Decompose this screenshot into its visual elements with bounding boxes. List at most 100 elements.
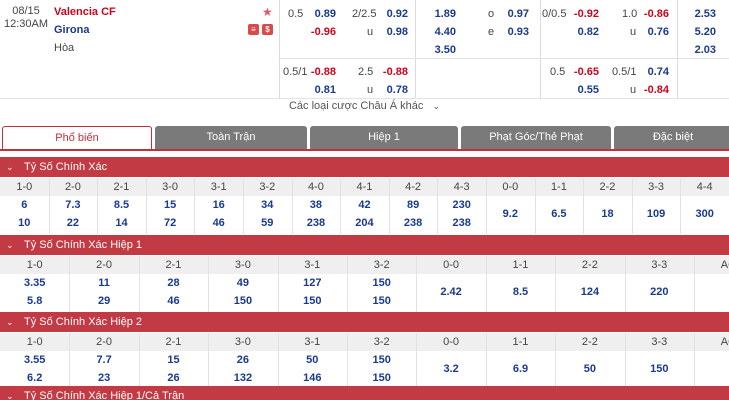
- score-odd[interactable]: 22: [49, 217, 98, 229]
- h1-hdp-away-2[interactable]: 0.55: [563, 84, 599, 96]
- score-odd[interactable]: 3.35: [0, 277, 69, 289]
- favorite-star-icon[interactable]: ★: [262, 5, 273, 19]
- score-odd[interactable]: 300: [680, 208, 729, 220]
- section-header[interactable]: ⌄ Tỷ Số Chính Xác Hiệp 1/Cả Trận: [0, 386, 729, 400]
- ft-hdp-home-1[interactable]: 0.89: [300, 8, 336, 20]
- ft-ou-under-2[interactable]: 0.78: [372, 84, 408, 96]
- score-odd[interactable]: 49: [208, 277, 277, 289]
- score-odd[interactable]: 42: [340, 199, 389, 211]
- score-label: AO: [720, 336, 729, 348]
- section-header[interactable]: ⌄ Tỷ Số Chính Xác Hiệp 1: [0, 235, 729, 255]
- score-odd[interactable]: 204: [340, 217, 389, 229]
- score-odd[interactable]: 28: [139, 277, 208, 289]
- score-odd[interactable]: 220: [625, 286, 694, 298]
- tab-special[interactable]: Đặc biệt: [614, 126, 729, 149]
- ft-1x2-draw[interactable]: 3.50: [420, 44, 456, 56]
- column-divider: [208, 256, 210, 312]
- score-odd[interactable]: 124: [555, 286, 624, 298]
- ft-hdp-home-2[interactable]: -0.88: [300, 66, 336, 78]
- score-odd[interactable]: 150: [278, 295, 347, 307]
- stats-icon[interactable]: ≡: [248, 24, 259, 35]
- score-odd[interactable]: 150: [347, 277, 416, 289]
- section-header[interactable]: ⌄ Tỷ Số Chính Xác: [0, 157, 729, 177]
- score-odd[interactable]: 150: [347, 295, 416, 307]
- h1-1x2-away[interactable]: 5.20: [680, 26, 716, 38]
- score-odd[interactable]: 8.5: [486, 286, 555, 298]
- h1-hdp-home-2[interactable]: -0.65: [563, 66, 599, 78]
- score-odd[interactable]: 38: [292, 199, 341, 211]
- cashout-icon[interactable]: $: [262, 24, 273, 35]
- h1-hdp-away-1[interactable]: 0.82: [563, 26, 599, 38]
- score-odd[interactable]: 72: [146, 217, 195, 229]
- score-odd[interactable]: 238: [389, 217, 438, 229]
- score-odd[interactable]: 2.42: [416, 286, 485, 298]
- score-odd[interactable]: 26: [139, 372, 208, 384]
- score-odd[interactable]: 6.5: [535, 208, 584, 220]
- tab-corners-cards[interactable]: Phạt Góc/Thẻ Phạt: [461, 126, 611, 149]
- score-odd[interactable]: 150: [208, 295, 277, 307]
- score-odd[interactable]: 150: [347, 354, 416, 366]
- score-odd[interactable]: 238: [437, 217, 486, 229]
- more-asian-bets-toggle[interactable]: Các loại cược Châu Á khác ⌄: [0, 100, 729, 112]
- score-odd[interactable]: 7.7: [69, 354, 138, 366]
- score-odd[interactable]: 10: [0, 217, 49, 229]
- score-odd[interactable]: 34: [243, 199, 292, 211]
- score-odd[interactable]: 238: [292, 217, 341, 229]
- score-odd[interactable]: 46: [139, 295, 208, 307]
- away-team[interactable]: Girona: [54, 24, 89, 36]
- score-odd[interactable]: 150: [347, 372, 416, 384]
- score-odd[interactable]: 8.5: [97, 199, 146, 211]
- ft-ou-under-1[interactable]: 0.98: [372, 26, 408, 38]
- ft-hdp-away-2[interactable]: 0.81: [300, 84, 336, 96]
- score-odd[interactable]: 109: [632, 208, 681, 220]
- h1-ou-over-2[interactable]: 0.74: [633, 66, 669, 78]
- score-odd[interactable]: 50: [555, 363, 624, 375]
- score-odd[interactable]: 230: [437, 199, 486, 211]
- section-header[interactable]: ⌄ Tỷ Số Chính Xác Hiệp 2: [0, 312, 729, 332]
- score-odd[interactable]: 9.2: [486, 208, 535, 220]
- score-odd[interactable]: 5.8: [0, 295, 69, 307]
- score-odd[interactable]: 7.3: [49, 199, 98, 211]
- score-odd[interactable]: 16: [194, 199, 243, 211]
- score-odd[interactable]: 11: [69, 277, 138, 289]
- score-odd[interactable]: 127: [278, 277, 347, 289]
- score-odd[interactable]: 150: [625, 363, 694, 375]
- score-odd[interactable]: 6: [0, 199, 49, 211]
- h1-ou-over-1[interactable]: -0.86: [633, 8, 669, 20]
- score-odd[interactable]: 14: [97, 217, 146, 229]
- odd-even-o[interactable]: 0.97: [493, 8, 529, 20]
- home-team[interactable]: Valencia CF: [54, 6, 116, 18]
- score-label: 3-0: [234, 259, 251, 271]
- h1-1x2-draw[interactable]: 2.03: [680, 44, 716, 56]
- ft-ou-over-2[interactable]: -0.88: [372, 66, 408, 78]
- score-odd[interactable]: 6.2: [0, 372, 69, 384]
- score-odd[interactable]: 26: [208, 354, 277, 366]
- ft-1x2-home[interactable]: 1.89: [420, 8, 456, 20]
- score-odd[interactable]: 15: [139, 354, 208, 366]
- h1-ou-under-2[interactable]: -0.84: [633, 84, 669, 96]
- score-odd[interactable]: 15: [146, 199, 195, 211]
- score-odd[interactable]: 50: [278, 354, 347, 366]
- tab-first-half[interactable]: Hiệp 1: [310, 126, 458, 149]
- column-divider: [347, 333, 348, 389]
- h1-ou-under-1[interactable]: 0.76: [633, 26, 669, 38]
- score-odd[interactable]: 59: [243, 217, 292, 229]
- odd-even-e[interactable]: 0.93: [493, 26, 529, 38]
- score-odd[interactable]: 46: [194, 217, 243, 229]
- score-odd[interactable]: 3.55: [0, 354, 69, 366]
- score-odd[interactable]: 89: [389, 199, 438, 211]
- score-odd[interactable]: 146: [278, 372, 347, 384]
- score-odd[interactable]: 3.2: [416, 363, 485, 375]
- h1-1x2-home[interactable]: 2.53: [680, 8, 716, 20]
- score-odd[interactable]: 18: [583, 208, 632, 220]
- score-odd[interactable]: 29: [69, 295, 138, 307]
- score-odd[interactable]: 23: [69, 372, 138, 384]
- ft-1x2-away[interactable]: 4.40: [420, 26, 456, 38]
- ft-hdp-away-1[interactable]: -0.96: [300, 26, 336, 38]
- tab-popular[interactable]: Phổ biến: [2, 126, 152, 149]
- tab-full-time[interactable]: Toàn Trận: [155, 126, 307, 149]
- h1-hdp-home-1[interactable]: -0.92: [563, 8, 599, 20]
- score-odd[interactable]: 6.9: [486, 363, 555, 375]
- score-odd[interactable]: 132: [208, 372, 277, 384]
- ft-ou-over-1[interactable]: 0.92: [372, 8, 408, 20]
